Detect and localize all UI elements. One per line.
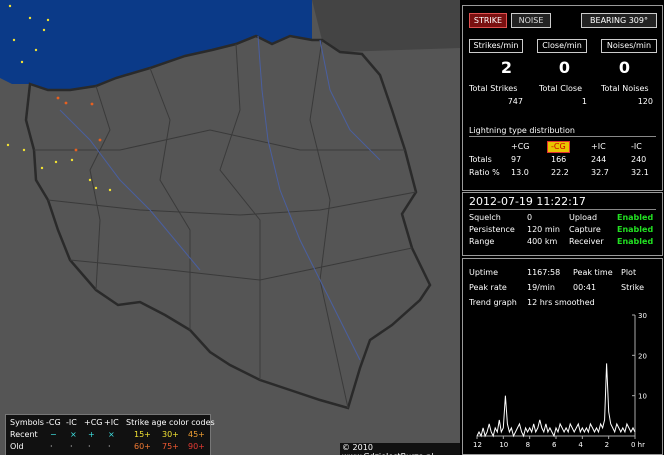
rivers <box>59 35 381 361</box>
strike-button[interactable]: STRIKE <box>469 13 507 28</box>
total-close-label: Total Close <box>539 84 583 93</box>
totals-row-label: Totals <box>469 155 492 164</box>
age-30-label: 30+ <box>162 430 179 439</box>
range-value: 400 km <box>527 237 558 246</box>
recent-pos-ic-symbol: × <box>108 430 115 439</box>
x-tick-label: 4 <box>578 441 583 449</box>
pos-cg-total: 97 <box>511 155 522 164</box>
x-tick-label: 8 <box>526 441 530 449</box>
legend-symbols-header: Symbols <box>10 418 44 427</box>
legend-neg-ic-header: -IC <box>66 418 77 427</box>
pos-ic-column: +IC <box>591 142 606 151</box>
bearing-button[interactable]: BEARING 309° <box>581 13 657 28</box>
persistence-value: 120 min <box>527 225 560 234</box>
lightning-map[interactable]: Symbols -CG -IC +CG +IC Strike age color… <box>0 0 460 455</box>
upload-status: Enabled <box>617 213 654 222</box>
total-strikes-value: 747 <box>507 97 523 106</box>
persistence-label: Persistence <box>469 225 515 234</box>
datetime-display: 2012-07-19 11:22:17 <box>469 195 586 208</box>
neighbor-land-northeast <box>312 0 460 52</box>
total-noises-label: Total Noises <box>601 84 649 93</box>
noises-per-min-value: 0 <box>618 58 631 77</box>
total-strikes-label: Total Strikes <box>469 84 518 93</box>
x-tick-label: 2 <box>605 441 609 449</box>
pos-cg-ratio: 13.0 <box>511 168 529 177</box>
trend-graph: 30 20 10 12 10 8 6 4 2 0 hr <box>473 312 647 449</box>
capture-status: Enabled <box>617 225 654 234</box>
ratio-row-label: Ratio % <box>469 168 500 177</box>
close-per-min-header: Close/min <box>537 39 587 53</box>
neg-cg-total: 166 <box>551 155 567 164</box>
neg-ic-total: 240 <box>631 155 647 164</box>
neg-cg-column[interactable]: -CG <box>547 141 570 153</box>
total-noises-value: 120 <box>637 97 653 106</box>
distribution-title: Lightning type distribution <box>469 126 575 135</box>
legend-pos-cg-header: +CG <box>84 418 103 427</box>
old-pos-cg-symbol: · <box>88 442 91 451</box>
age-60-label: 60+ <box>134 442 151 451</box>
status-divider <box>469 209 656 210</box>
old-neg-ic-symbol: · <box>70 442 73 451</box>
region-borders <box>34 39 417 409</box>
noises-per-min-header: Noises/min <box>601 39 657 53</box>
neg-ic-column: -IC <box>631 142 642 151</box>
capture-label: Capture <box>569 225 601 234</box>
x-tick-label: 10 <box>499 441 508 449</box>
strike-points-orange <box>56 96 102 152</box>
copyright-text: © 2010 www.GdzieJestBurza.pl <box>340 443 460 455</box>
legend-old-label: Old <box>10 442 24 451</box>
symbols-legend: Symbols -CG -IC +CG +IC Strike age color… <box>5 414 215 455</box>
age-15-label: 15+ <box>134 430 151 439</box>
recent-pos-cg-symbol: + <box>88 430 95 439</box>
baltic-sea <box>0 0 312 90</box>
counters-panel: STRIKE NOISE BEARING 309° Strikes/min Cl… <box>462 5 663 191</box>
legend-age-header: Strike age color codes <box>126 418 215 427</box>
recent-neg-ic-symbol: × <box>70 430 77 439</box>
y-tick-label: 10 <box>638 393 647 401</box>
trend-panel: Uptime 1167:58 Peak time Plot Peak rate … <box>462 258 663 455</box>
strike-trend-line <box>476 363 636 438</box>
receiver-status: Enabled <box>617 237 654 246</box>
strikes-per-min-header: Strikes/min <box>469 39 523 53</box>
noise-button[interactable]: NOISE <box>511 13 551 28</box>
country-border <box>24 34 432 410</box>
legend-pos-ic-header: +IC <box>104 418 119 427</box>
old-pos-ic-symbol: · <box>108 442 111 451</box>
x-tick-label: 12 <box>473 441 482 449</box>
pos-ic-total: 244 <box>591 155 607 164</box>
recent-neg-cg-symbol: − <box>50 430 57 439</box>
total-close-value: 1 <box>581 97 587 106</box>
y-tick-label: 30 <box>638 312 647 320</box>
distribution-divider <box>469 136 656 137</box>
status-panel: 2012-07-19 11:22:17 Squelch 0 Persistenc… <box>462 192 663 256</box>
pos-cg-column: +CG <box>511 142 530 151</box>
map-canvas <box>0 0 460 410</box>
legend-recent-label: Recent <box>10 430 38 439</box>
range-label: Range <box>469 237 495 246</box>
strikes-per-min-value: 2 <box>500 58 513 77</box>
old-neg-cg-symbol: · <box>50 442 53 451</box>
legend-neg-cg-header: -CG <box>46 418 61 427</box>
squelch-label: Squelch <box>469 213 501 222</box>
neg-ic-ratio: 32.1 <box>631 168 649 177</box>
squelch-value: 0 <box>527 213 533 222</box>
x-tick-label: 0 hr <box>631 441 645 449</box>
age-75-label: 75+ <box>162 442 179 451</box>
pos-ic-ratio: 32.7 <box>591 168 609 177</box>
age-45-label: 45+ <box>188 430 205 439</box>
receiver-label: Receiver <box>569 237 604 246</box>
close-per-min-value: 0 <box>558 58 571 77</box>
y-tick-label: 20 <box>638 352 647 360</box>
age-90-label: 90+ <box>188 442 205 451</box>
neg-cg-ratio: 22.2 <box>551 168 569 177</box>
upload-label: Upload <box>569 213 598 222</box>
x-tick-label: 6 <box>552 441 557 449</box>
